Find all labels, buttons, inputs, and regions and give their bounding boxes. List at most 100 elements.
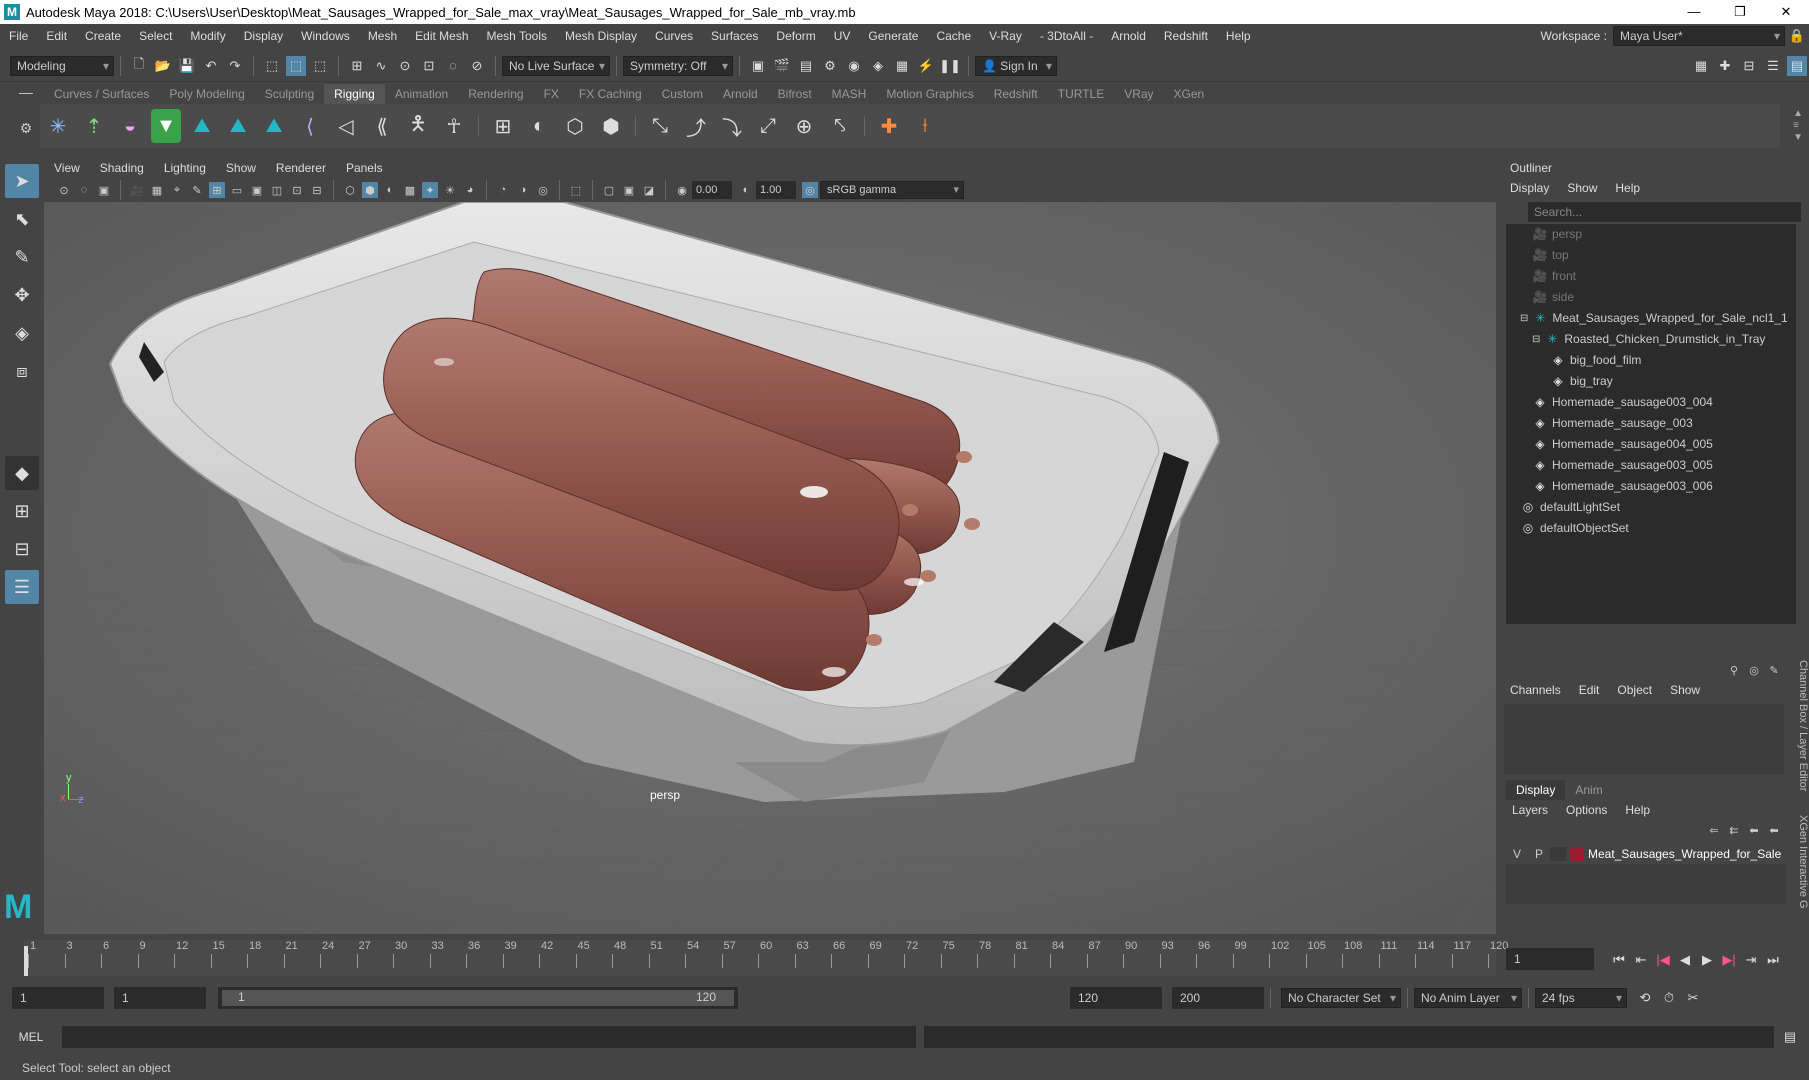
outliner-item[interactable]: ◈ big_food_film (1506, 350, 1796, 371)
channel-menu-show[interactable]: Show (1670, 683, 1700, 697)
shelf-tab-fx[interactable]: FX (534, 84, 569, 104)
menu-uv[interactable]: UV (825, 24, 860, 48)
gate-mask-icon[interactable]: ◫ (269, 182, 285, 198)
outliner-item[interactable]: ◈ Homemade_sausage004_005 (1506, 434, 1796, 455)
step-forward-frame-icon[interactable]: ▶| (1720, 950, 1738, 970)
layer-tab-display[interactable]: Display (1506, 780, 1566, 800)
workspace-lock-icon[interactable]: 🔒 (1787, 26, 1807, 46)
menu-3dtoall[interactable]: - 3DtoAll - (1031, 24, 1102, 48)
select-camera-icon[interactable]: ⊙ (56, 182, 72, 198)
pause-icon[interactable]: ❚❚ (939, 56, 961, 76)
menu-display[interactable]: Display (235, 24, 292, 48)
channel-tool-3-icon[interactable]: ✎ (1766, 662, 1782, 678)
maximize-button[interactable]: ❐ (1717, 0, 1763, 24)
select-hierarchy-icon[interactable]: ⬚ (262, 56, 282, 76)
menu-mesh-display[interactable]: Mesh Display (556, 24, 646, 48)
menu-generate[interactable]: Generate (859, 24, 927, 48)
isolate-select-icon[interactable]: ⬚ (568, 182, 584, 198)
animation-start-field[interactable]: 1 (12, 987, 104, 1009)
orient-constraint-icon[interactable]: ⤵ (717, 109, 747, 143)
undo-icon[interactable]: ↶ (201, 56, 221, 76)
shelf-tab-vray[interactable]: VRay (1114, 84, 1163, 104)
outliner-item[interactable]: ⊟ ✳ Roasted_Chicken_Drumstick_in_Tray (1506, 329, 1796, 350)
wrap-deformer-icon[interactable]: ⬡ (560, 109, 590, 143)
locator-icon[interactable]: ✚ (874, 109, 904, 143)
antialias-icon[interactable]: ◑ (515, 182, 531, 198)
outliner-item[interactable]: ◎ defaultObjectSet (1506, 518, 1796, 539)
shelf-tab-sculpting[interactable]: Sculpting (255, 84, 324, 104)
expand-toggle-icon[interactable]: ⊟ (1532, 329, 1540, 350)
view-transform-dropdown[interactable]: sRGB gamma (820, 181, 964, 199)
minimize-button[interactable]: — (1671, 0, 1717, 24)
step-forward-key-icon[interactable]: ⇥ (1742, 950, 1760, 970)
skin-bind-icon[interactable]: ◒ (115, 109, 145, 143)
depth-of-field-icon[interactable]: ◎ (535, 182, 551, 198)
current-time-indicator[interactable] (24, 946, 28, 976)
motion-blur-icon[interactable]: ◔ (495, 182, 511, 198)
camera-attributes-icon[interactable]: ▣ (96, 182, 112, 198)
humanik-2-icon[interactable]: ⛰ (223, 109, 253, 143)
resolution-gate-icon[interactable]: ▣ (249, 182, 265, 198)
menu-cache[interactable]: Cache (927, 24, 980, 48)
use-all-lights-icon[interactable]: ✦ (422, 182, 438, 198)
layer-row[interactable]: V P Meat_Sausages_Wrapped_for_Sale (1506, 844, 1786, 864)
mel-label[interactable]: MEL (0, 1030, 62, 1044)
time-slider[interactable]: 1 3 6 9 12 15 18 21 24 27 30 33 36 39 42 45 48 51 54 57 60 63… (0, 938, 1809, 978)
go-to-end-icon[interactable]: ⏭ (1764, 950, 1782, 970)
new-layer-icon[interactable]: ⬅ (1746, 822, 1762, 838)
two-pane-icon[interactable]: ⊟ (5, 532, 39, 566)
select-tool-icon[interactable]: ➤ (5, 164, 39, 198)
move-tool-icon[interactable]: ✥ (5, 278, 39, 312)
textured-icon[interactable]: ▩ (402, 182, 418, 198)
paint-weights-icon[interactable]: ⟪ (367, 109, 397, 143)
grid-icon[interactable]: ⊞ (209, 182, 225, 198)
fps-dropdown[interactable]: 24 fps (1535, 988, 1627, 1008)
safe-action-icon[interactable]: ⊟ (309, 182, 325, 198)
gamma-field[interactable]: 1.00 (756, 181, 796, 199)
outliner-menu-show[interactable]: Show (1567, 181, 1597, 195)
2d-pan-zoom-icon[interactable]: ⌖ (169, 182, 185, 198)
play-backwards-icon[interactable]: ◀ (1676, 950, 1694, 970)
character-set-dropdown[interactable]: No Character Set (1281, 988, 1401, 1008)
shelf-tab-redshift[interactable]: Redshift (984, 84, 1048, 104)
outliner-item[interactable]: ◎ defaultLightSet (1506, 497, 1796, 518)
rotate-tool-icon[interactable]: ◈ (5, 316, 39, 350)
rs-render-icon[interactable]: ⚡ (916, 56, 936, 76)
snap-view-icon[interactable]: ⊡ (419, 56, 439, 76)
bookmarks-icon[interactable]: 🎥 (129, 182, 145, 198)
smooth-shade-icon[interactable]: ⬢ (362, 182, 378, 198)
shelf-tab-rendering[interactable]: Rendering (458, 84, 533, 104)
attribute-editor-icon[interactable]: ✚ (1715, 56, 1735, 76)
shelf-tab-bifrost[interactable]: Bifrost (768, 84, 822, 104)
menu-edit[interactable]: Edit (37, 24, 76, 48)
lock-camera-icon[interactable]: ◌ (76, 182, 92, 198)
new-layer-selected-icon[interactable]: ⬅ (1766, 822, 1782, 838)
symmetry-dropdown[interactable]: Symmetry: Off (623, 55, 733, 76)
menu-curves[interactable]: Curves (646, 24, 702, 48)
shelf-scroll-icon[interactable]: ▲ ≡ ▼ (1793, 108, 1803, 144)
script-editor-icon[interactable]: ▤ (1780, 1027, 1800, 1047)
humanik-icon[interactable]: ⛰ (187, 109, 217, 143)
cluster-icon[interactable]: ◐ (524, 109, 554, 143)
paint-select-icon[interactable]: ✎ (5, 240, 39, 274)
scale-tool-icon[interactable]: ⧈ (5, 354, 39, 388)
shelf-tab-arnold[interactable]: Arnold (713, 84, 768, 104)
menu-set-dropdown[interactable]: Modeling (10, 55, 114, 76)
viewport-menu-show[interactable]: Show (216, 158, 266, 178)
channel-tool-1-icon[interactable]: ⚲ (1726, 662, 1742, 678)
menu-mesh-tools[interactable]: Mesh Tools (478, 24, 556, 48)
layer-playback-toggle[interactable]: P (1528, 847, 1550, 861)
go-to-start-icon[interactable]: ⏮ (1610, 950, 1628, 970)
redo-icon[interactable]: ↷ (225, 56, 245, 76)
snap-grid-icon[interactable]: ⊞ (347, 56, 367, 76)
shelf-tab-fx-caching[interactable]: FX Caching (569, 84, 652, 104)
workspace-dropdown[interactable]: Maya User* (1613, 26, 1785, 46)
live-surface-field[interactable]: No Live Surface (502, 55, 610, 76)
orient-joints-icon[interactable]: ◁ (331, 109, 361, 143)
layer-color-swatch[interactable] (1570, 847, 1584, 861)
menu-surfaces[interactable]: Surfaces (702, 24, 767, 48)
ipr-render-icon[interactable]: ▤ (796, 56, 816, 76)
exposure-field[interactable]: 0.00 (692, 181, 732, 199)
tool-settings-icon[interactable]: ⊟ (1739, 56, 1759, 76)
menu-edit-mesh[interactable]: Edit Mesh (406, 24, 477, 48)
